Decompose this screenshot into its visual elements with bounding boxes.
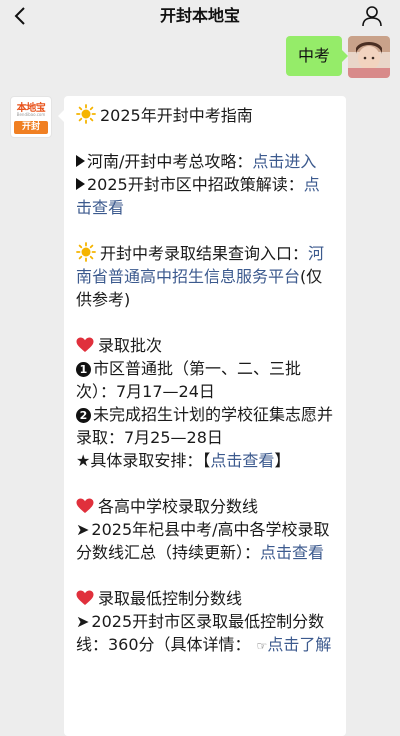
strategy-link[interactable]: 点击进入: [252, 152, 316, 171]
arrow-right-icon: ➤: [76, 612, 90, 631]
play-icon: [76, 155, 85, 167]
batch-2-text: 未完成招生计划的学校征集志愿并录取：7月25—28日: [76, 405, 334, 447]
user-photo: [348, 36, 390, 78]
result-line: 开封中考录取结果查询入口：河南省普通高中招生信息服务平台(仅供参考): [76, 242, 334, 311]
logo-city: 开封: [14, 121, 48, 134]
number-badge: 2: [76, 408, 91, 423]
batch-heading: 录取批次: [98, 336, 163, 355]
pointing-hand-icon: ☞: [256, 639, 268, 653]
batch-arrangement-link[interactable]: 点击查看: [210, 451, 274, 470]
min-score-link[interactable]: 点击了解: [267, 635, 331, 654]
number-badge: 1: [76, 362, 91, 377]
score-heading: 各高中学校录取分数线: [98, 497, 259, 516]
score-heading-line: 各高中学校录取分数线: [76, 495, 334, 518]
batch-2-line: 2 未完成招生计划的学校征集志愿并录取：7月25—28日: [76, 403, 334, 449]
score-link[interactable]: 点击查看: [260, 543, 324, 562]
arrow-right-icon: ➤: [76, 520, 90, 539]
batch-3-text: ★具体录取安排：【: [76, 451, 211, 470]
batch-1-line: 1 市区普通批（第一、二、三批次）：7月17—24日: [76, 357, 334, 403]
batch-1-text: 市区普通批（第一、二、三批次）：7月17—24日: [76, 359, 302, 401]
strategy-line: 河南/开封中考总攻略：点击进入: [76, 150, 334, 173]
heart-icon: [76, 498, 94, 513]
min-heading-line: 录取最低控制分数线: [76, 587, 334, 610]
outgoing-message: 中考: [285, 36, 349, 76]
top-bar: 开封本地宝: [0, 0, 400, 32]
heart-icon: [76, 590, 94, 605]
guide-title: 2025年开封中考指南: [100, 106, 253, 125]
min-heading: 录取最低控制分数线: [98, 589, 243, 608]
logo-url: Bendibao.com: [16, 112, 46, 117]
sun-icon: [76, 104, 96, 124]
heart-icon: [76, 337, 94, 352]
play-icon: [76, 178, 85, 190]
chat-title: 开封本地宝: [159, 6, 240, 25]
profile-button[interactable]: [358, 2, 386, 30]
result-title: 开封中考录取结果查询入口：: [100, 244, 309, 263]
score-line: ➤ 2025年杞县中考/高中各学校录取分数线汇总（持续更新）：点击查看: [76, 518, 334, 564]
batch-3-suffix: 】: [274, 451, 291, 470]
person-icon: [362, 6, 382, 27]
account-avatar[interactable]: 本地宝 Bendibao.com 开封: [10, 96, 52, 138]
user-avatar[interactable]: [348, 36, 390, 78]
batch-3-line: ★具体录取安排：【点击查看】: [76, 449, 334, 472]
outgoing-message-text: 中考: [297, 46, 330, 65]
batch-heading-line: 录取批次: [76, 334, 334, 357]
incoming-message: 2025年开封中考指南 河南/开封中考总攻略：点击进入 2025开封市区中招政策…: [58, 96, 346, 736]
policy-text: 2025开封市区中招政策解读：: [87, 175, 304, 194]
strategy-text: 河南/开封中考总攻略：: [87, 152, 253, 171]
policy-line: 2025开封市区中招政策解读：点击查看: [76, 173, 334, 219]
min-line: ➤ 2025开封市区录取最低控制分数线：360分（具体详情： ☞点击了解: [76, 610, 334, 658]
guide-title-line: 2025年开封中考指南: [76, 104, 334, 127]
sun-icon: [76, 242, 96, 262]
